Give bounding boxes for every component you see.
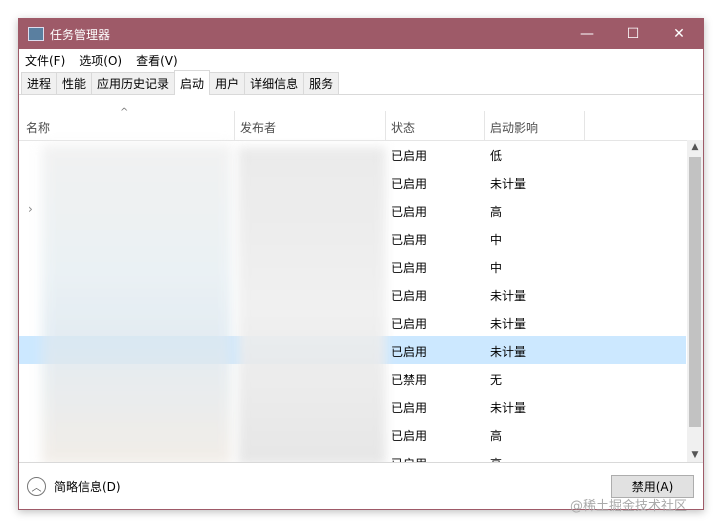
impact-cell: 未计量 [490,345,527,359]
status-cell: 已启用 [391,233,428,247]
impact-cell: 未计量 [490,401,527,415]
chevron-up-icon: ︿ [27,477,46,496]
column-divider[interactable] [234,111,235,141]
column-divider[interactable] [584,111,585,141]
column-divider[interactable] [484,111,485,141]
expand-chevron-icon[interactable]: › [28,202,33,216]
tab-app-history[interactable]: 应用历史记录 [91,72,176,94]
sort-ascending-icon: ^ [120,107,129,118]
tab-performance[interactable]: 性能 [56,72,93,94]
column-divider[interactable] [385,111,386,141]
tab-bar: 进程 性能 应用历史记录 启动 用户 详细信息 服务 [19,70,703,95]
tab-details[interactable]: 详细信息 [244,72,305,94]
menu-options[interactable]: 选项(O) [79,52,122,69]
tab-services[interactable]: 服务 [303,72,340,94]
tab-users[interactable]: 用户 [209,72,246,94]
status-cell: 已启用 [391,345,428,359]
status-cell: 已启用 [391,177,428,191]
impact-cell: 未计量 [490,317,527,331]
status-cell: 已启用 [391,289,428,303]
status-cell: 已启用 [391,261,428,275]
status-cell: 已启用 [391,317,428,331]
status-cell: 已启用 [391,401,428,415]
watermark: @稀土掘金技术社区 [570,499,688,514]
impact-cell: 无 [490,373,503,387]
impact-cell: 高 [490,205,503,219]
scroll-down-icon[interactable]: ▼ [687,450,703,460]
title-bar: 任务管理器 — ☐ ✕ [19,19,703,49]
menu-file[interactable]: 文件(F) [25,52,65,69]
impact-cell: 低 [490,149,503,163]
window-title: 任务管理器 [50,27,111,42]
column-impact[interactable]: 启动影响 [490,119,538,136]
impact-cell: 未计量 [490,289,527,303]
status-cell: 已启用 [391,205,428,219]
impact-cell: 未计量 [490,177,527,191]
redacted-publishers [238,147,386,465]
column-status[interactable]: 状态 [391,119,415,136]
task-manager-window: 任务管理器 — ☐ ✕ 文件(F) 选项(O) 查看(V) 进程 性能 应用历史… [18,18,704,510]
menu-view[interactable]: 查看(V) [136,52,178,69]
impact-cell: 高 [490,455,502,462]
status-cell: 已启用 [391,429,428,443]
status-cell: 已启用 [391,455,427,462]
tab-startup[interactable]: 启动 [174,70,211,95]
vertical-scrollbar[interactable]: ▲ ▼ [687,140,703,462]
menu-bar: 文件(F) 选项(O) 查看(V) [19,49,703,71]
task-manager-icon [28,27,44,41]
close-button[interactable]: ✕ [656,19,702,49]
status-cell: 已禁用 [391,373,428,387]
status-cell: 已启用 [391,149,428,163]
column-publisher[interactable]: 发布者 [240,119,276,136]
column-header: ^ 名称 发布者 状态 启动影响 [19,107,703,141]
redacted-names [42,145,232,465]
scroll-up-icon[interactable]: ▲ [687,142,703,152]
scrollbar-thumb[interactable] [689,157,701,427]
impact-cell: 中 [490,233,503,247]
column-name[interactable]: 名称 [26,119,50,136]
maximize-button[interactable]: ☐ [610,19,656,49]
less-details-button[interactable]: ︿ 简略信息(D) [27,477,121,496]
impact-cell: 中 [490,261,503,275]
tab-processes[interactable]: 进程 [21,72,58,94]
minimize-button[interactable]: — [564,19,610,49]
less-details-label: 简略信息(D) [54,480,121,494]
impact-cell: 高 [490,429,503,443]
